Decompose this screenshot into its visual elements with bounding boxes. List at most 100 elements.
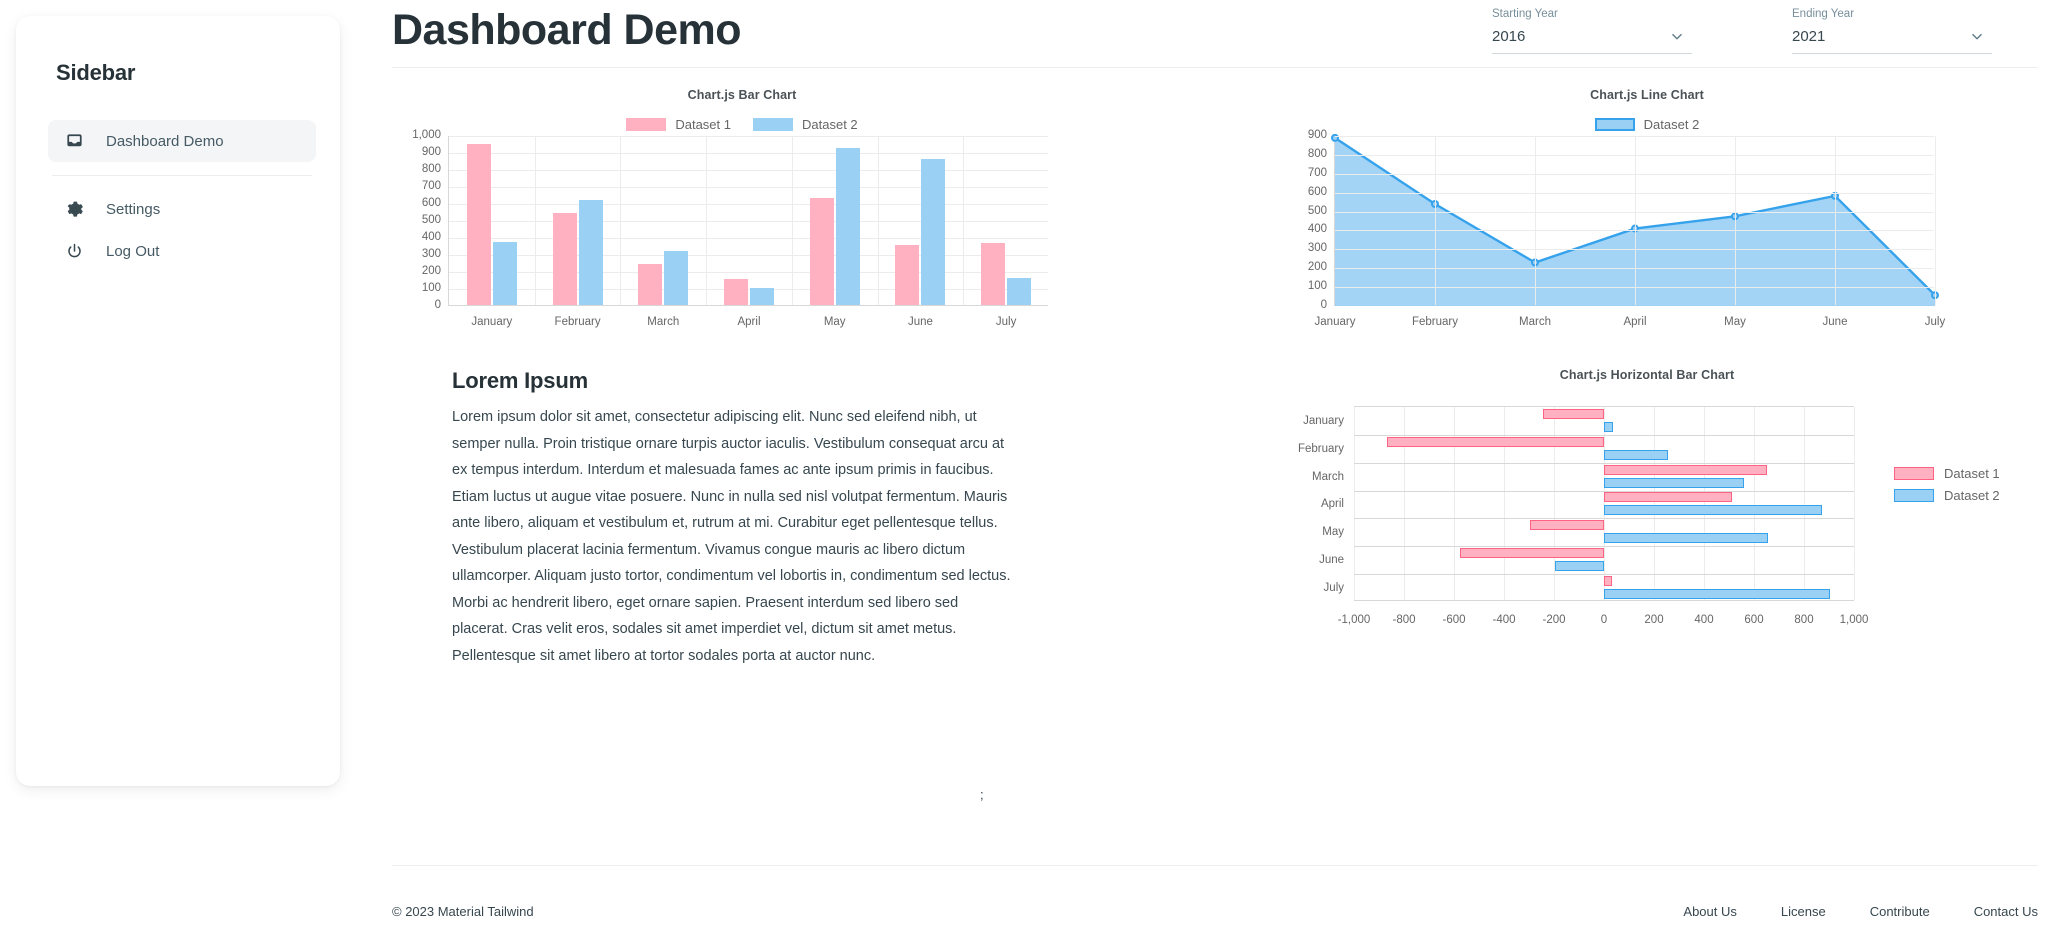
legend-item[interactable]: Dataset 2	[1594, 117, 1699, 132]
bar-group	[449, 136, 535, 305]
footer-copyright: © 2023 Material Tailwind	[392, 904, 534, 919]
footer-link[interactable]: License	[1781, 904, 1826, 919]
x-axis-tick: May	[1724, 316, 1746, 328]
starting-year-label: Starting Year	[1492, 8, 1558, 20]
legend-label: Dataset 2	[1944, 488, 2000, 503]
footer-link[interactable]: Contact Us	[1974, 904, 2038, 919]
main-content: Dashboard Demo Starting Year 2016 Ending…	[352, 0, 2050, 936]
bar[interactable]	[664, 250, 689, 305]
y-axis-tick: 0	[1320, 299, 1327, 311]
x-axis-tick: 0	[1600, 614, 1608, 626]
bar[interactable]	[723, 279, 748, 305]
x-axis-tick: -200	[1542, 614, 1566, 626]
bar[interactable]	[1604, 449, 1668, 460]
x-axis-tick: February	[554, 316, 601, 328]
legend-swatch	[753, 118, 793, 131]
bar[interactable]	[466, 144, 491, 305]
sidebar-item-label: Dashboard Demo	[106, 132, 224, 150]
bar[interactable]	[552, 212, 577, 305]
ending-year-field[interactable]: 2021	[1792, 28, 1992, 54]
bar-group	[620, 136, 706, 305]
footer-link[interactable]: About Us	[1683, 904, 1736, 919]
line-chart: Chart.js Line Chart Dataset 2 0 100 200 300…	[1282, 88, 2012, 348]
bar[interactable]	[921, 158, 946, 305]
y-axis-tick: 400	[421, 231, 441, 243]
bar[interactable]	[835, 147, 860, 305]
y-axis-tick: 100	[1307, 280, 1327, 293]
legend-item[interactable]: Dataset 1	[1894, 466, 2000, 481]
sidebar-item-log-out[interactable]: Log Out	[48, 230, 316, 272]
bar[interactable]	[638, 263, 663, 305]
bar-group	[963, 136, 1049, 305]
bar[interactable]	[1604, 464, 1767, 475]
y-axis-tick: 200	[421, 265, 441, 277]
lorem-body: Lorem ipsum dolor sit amet, consectetur …	[452, 409, 1011, 664]
bar[interactable]	[981, 242, 1006, 305]
legend-item[interactable]: Dataset 1	[626, 117, 731, 132]
ending-year-select[interactable]: Ending Year 2021	[1792, 8, 1992, 54]
bar[interactable]	[1604, 421, 1613, 432]
y-axis-tick: 300	[421, 248, 441, 260]
bar-chart: Chart.js Bar Chart Dataset 1 Dataset 2 0 1…	[392, 88, 1092, 348]
gridline	[1854, 407, 1855, 600]
x-axis-tick: March	[647, 316, 680, 328]
x-axis-tick: January	[471, 316, 513, 328]
gridline	[1535, 136, 1536, 305]
bar[interactable]	[1604, 505, 1822, 516]
legend-swatch	[1594, 118, 1635, 131]
x-axis-tick: April	[737, 316, 761, 328]
horizontal-bar-chart-plot: -1,000 -800 -600 -400 -200 0 200 400 600 800 1,000…	[1298, 406, 1868, 626]
legend-swatch	[1894, 467, 1934, 480]
gridline	[1835, 136, 1836, 305]
bar[interactable]	[1007, 278, 1032, 305]
sidebar-item-dashboard-demo[interactable]: Dashboard Demo	[48, 120, 316, 162]
y-axis-tick: February	[1297, 442, 1344, 455]
lorem-title: Lorem Ipsum	[452, 368, 588, 393]
bar[interactable]	[1542, 408, 1604, 419]
bar[interactable]	[1604, 589, 1831, 600]
bar-group	[792, 136, 878, 305]
bar[interactable]	[749, 288, 774, 305]
gridline	[1435, 136, 1436, 305]
y-axis-tick: 400	[1307, 223, 1327, 236]
bar[interactable]	[492, 241, 517, 305]
bar[interactable]	[895, 245, 920, 305]
chevron-down-icon[interactable]	[1670, 30, 1684, 44]
bar[interactable]	[809, 197, 834, 305]
gridline	[1635, 136, 1636, 305]
x-axis-tick: April	[1623, 316, 1647, 328]
legend-item[interactable]: Dataset 2	[753, 117, 858, 132]
x-axis-tick: July	[995, 316, 1017, 328]
bar[interactable]	[1604, 492, 1732, 503]
legend-item[interactable]: Dataset 2	[1894, 488, 2000, 503]
bar[interactable]	[1604, 533, 1768, 544]
y-axis-tick: 800	[421, 163, 441, 175]
sidebar-title: Sidebar	[56, 60, 136, 85]
bar[interactable]	[1460, 548, 1604, 559]
starting-year-field[interactable]: 2016	[1492, 28, 1692, 54]
y-axis-tick: 100	[421, 282, 441, 294]
bar[interactable]	[1555, 561, 1604, 572]
y-axis-tick: March	[1312, 470, 1344, 483]
bar-group	[706, 136, 792, 305]
bar[interactable]	[1530, 520, 1604, 531]
bar[interactable]	[578, 200, 603, 305]
legend-swatch	[626, 118, 667, 131]
gear-icon	[64, 199, 84, 219]
x-axis-tick: -400	[1492, 614, 1516, 626]
bar[interactable]	[1604, 477, 1744, 488]
starting-year-select[interactable]: Starting Year 2016	[1492, 8, 1692, 54]
y-axis-tick: July	[1323, 582, 1344, 595]
footer-link[interactable]: Contribute	[1870, 904, 1930, 919]
y-axis-tick: 600	[1307, 185, 1327, 198]
bar-group: February	[1298, 435, 1854, 463]
bar[interactable]	[1386, 436, 1604, 447]
bar[interactable]	[1604, 576, 1612, 587]
sidebar-item-settings[interactable]: Settings	[48, 188, 316, 230]
sidebar-item-label: Settings	[106, 200, 161, 218]
sidebar-nav: Dashboard Demo Settings Log Out	[48, 120, 316, 272]
bar-group: July	[1324, 574, 1854, 602]
gridline	[1735, 136, 1736, 305]
bar-chart-plot: 0 100 200 300 400 500 600 700 800 900 1,000 January…	[412, 129, 1049, 328]
chevron-down-icon[interactable]	[1970, 30, 1984, 44]
